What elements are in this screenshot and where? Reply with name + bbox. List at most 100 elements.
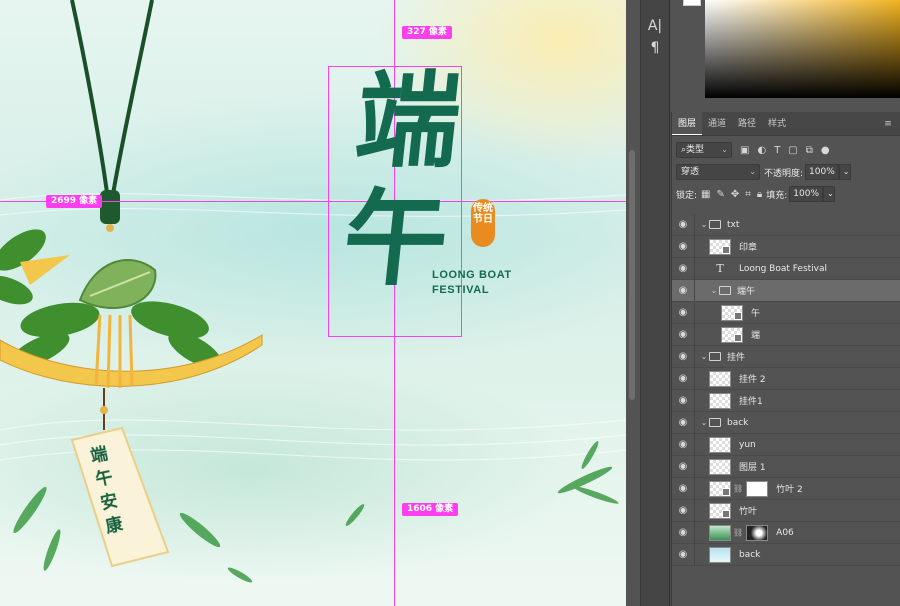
canvas-scrollbar[interactable] — [629, 150, 635, 400]
blend-row: 穿透 ⌄ 不透明度: 100% ⌄ — [672, 164, 900, 180]
text-filter-icon[interactable]: T — [774, 145, 780, 156]
fill-input[interactable]: 100% — [789, 186, 824, 202]
color-picker-field[interactable] — [705, 0, 900, 98]
folder-icon — [719, 286, 731, 295]
layer-group-txt[interactable]: ◉ ⌄ txt — [672, 213, 900, 236]
layer-group-back[interactable]: ◉ ⌄ back — [672, 411, 900, 434]
visibility-eye-icon[interactable]: ◉ — [672, 285, 694, 296]
text-layer-icon: T — [716, 262, 724, 275]
visibility-eye-icon[interactable]: ◉ — [672, 307, 694, 318]
layer-name: 端 — [751, 331, 761, 341]
measure-left: 2699 像素 — [46, 195, 103, 208]
folder-icon — [709, 418, 721, 427]
blend-mode-value: 穿透 — [681, 167, 700, 177]
lock-image-icon[interactable]: ✎ — [717, 189, 725, 200]
layer-group-duanwu[interactable]: ◉ ⌄ 端午 — [672, 279, 900, 302]
layer-name: Loong Boat Festival — [739, 263, 828, 274]
layer-name: 印章 — [739, 243, 758, 253]
document-canvas[interactable]: 327 像素 2699 像素 1606 像素 端午 LOONG BOAT FES… — [0, 0, 626, 606]
character-panel-icon[interactable]: A| — [646, 18, 664, 34]
layer-mask-thumbnail[interactable] — [746, 524, 769, 541]
link-icon[interactable]: ⛓ — [733, 528, 743, 537]
layer-list: ◉ ⌄ txt ◉ 印章 ◉ T Loong Boat Festival ◉ ⌄… — [672, 213, 900, 566]
layer-pendant-1[interactable]: ◉ 挂件1 — [672, 389, 900, 412]
opacity-input[interactable]: 100% — [805, 164, 839, 180]
layer-name: back — [739, 549, 761, 560]
chevron-down-icon[interactable]: ⌄ — [699, 220, 709, 229]
visibility-eye-icon[interactable]: ◉ — [672, 549, 694, 560]
layer-pendant-2[interactable]: ◉ 挂件 2 — [672, 367, 900, 390]
measure-top: 327 像素 — [402, 26, 452, 39]
layer-thumbnail — [721, 304, 743, 321]
layer-filter-row: ⌕类型 ⌄ ▣ ◐ T ▢ ⧉ ● — [672, 142, 900, 158]
image-filter-icon[interactable]: ▣ — [740, 145, 749, 156]
visibility-eye-icon[interactable]: ◉ — [672, 505, 694, 516]
filter-type-select[interactable]: ⌕类型 ⌄ — [676, 142, 732, 158]
layer-thumbnail — [709, 436, 731, 453]
layer-thumbnail — [709, 524, 731, 541]
shape-filter-icon[interactable]: ▢ — [788, 145, 797, 156]
smart-object-filter-icon[interactable]: ⧉ — [806, 145, 813, 156]
lock-transparency-icon[interactable]: ▦ — [701, 189, 710, 200]
chevron-down-icon[interactable]: ⌄ — [699, 418, 709, 427]
layer-bamboo-leaf-2[interactable]: ◉ ⛓ 竹叶 2 — [672, 477, 900, 500]
visibility-eye-icon[interactable]: ◉ — [672, 373, 694, 384]
layer-layer-1[interactable]: ◉ 图层 1 — [672, 455, 900, 478]
tab-channels[interactable]: 通道 — [702, 112, 732, 135]
layer-name: 竹叶 2 — [776, 485, 803, 495]
visibility-eye-icon[interactable]: ◉ — [672, 219, 694, 230]
color-swatch[interactable] — [683, 0, 701, 6]
layer-text-loong-boat[interactable]: ◉ T Loong Boat Festival — [672, 257, 900, 280]
visibility-eye-icon[interactable]: ◉ — [672, 329, 694, 340]
adjustment-filter-icon[interactable]: ◐ — [757, 145, 766, 156]
chevron-down-icon[interactable]: ⌄ — [709, 286, 719, 295]
visibility-eye-icon[interactable]: ◉ — [672, 395, 694, 406]
fill-dropdown-icon[interactable]: ⌄ — [823, 186, 836, 202]
opacity-label: 不透明度: — [764, 168, 804, 179]
lock-all-icon[interactable]: 🔒︎ — [757, 189, 762, 200]
layer-name: 挂件1 — [739, 397, 763, 407]
visibility-eye-icon[interactable]: ◉ — [672, 263, 694, 274]
layer-thumbnail — [709, 458, 731, 475]
lock-position-icon[interactable]: ✥ — [731, 189, 739, 200]
layers-panel-tabs: 图层 通道 路径 样式 ≡ — [672, 112, 900, 136]
layer-a06[interactable]: ◉ ⛓ A06 — [672, 521, 900, 544]
layer-mask-thumbnail[interactable] — [746, 480, 769, 497]
visibility-eye-icon[interactable]: ◉ — [672, 417, 694, 428]
visibility-eye-icon[interactable]: ◉ — [672, 461, 694, 472]
layer-thumbnail — [709, 392, 731, 409]
blend-mode-select[interactable]: 穿透 ⌄ — [676, 164, 760, 180]
layer-yun[interactable]: ◉ yun — [672, 433, 900, 456]
measure-bottom: 1606 像素 — [402, 503, 459, 516]
folder-icon — [709, 352, 721, 361]
layer-seal[interactable]: ◉ 印章 — [672, 235, 900, 258]
layers-panel: 图层 通道 路径 样式 ≡ ⌕类型 ⌄ ▣ ◐ T ▢ ⧉ ● 穿透 ⌄ 不透明度:… — [671, 112, 900, 606]
visibility-eye-icon[interactable]: ◉ — [672, 483, 694, 494]
layer-duan[interactable]: ◉ 端 — [672, 323, 900, 346]
tab-layers[interactable]: 图层 — [672, 112, 703, 135]
paragraph-panel-icon[interactable]: ¶ — [646, 40, 664, 56]
layer-name: A06 — [776, 527, 794, 538]
chevron-down-icon[interactable]: ⌄ — [699, 352, 709, 361]
layer-name: back — [727, 417, 749, 428]
layer-group-pendant[interactable]: ◉ ⌄ 挂件 — [672, 345, 900, 368]
lock-artboard-icon[interactable]: ⌗ — [745, 189, 751, 200]
layer-bamboo-leaf[interactable]: ◉ 竹叶 — [672, 499, 900, 522]
title-chinese: 端午 — [337, 59, 467, 300]
visibility-eye-icon[interactable]: ◉ — [672, 351, 694, 362]
visibility-eye-icon[interactable]: ◉ — [672, 527, 694, 538]
chevron-down-icon: ⌄ — [721, 145, 728, 154]
layer-back[interactable]: ◉ back — [672, 543, 900, 566]
link-icon[interactable]: ⛓ — [733, 484, 743, 493]
lock-label: 锁定: — [676, 190, 698, 201]
title-english-line1: LOONG BOAT — [432, 269, 512, 281]
visibility-eye-icon[interactable]: ◉ — [672, 241, 694, 252]
tab-paths[interactable]: 路径 — [732, 112, 762, 135]
tab-styles[interactable]: 样式 — [762, 112, 792, 135]
visibility-eye-icon[interactable]: ◉ — [672, 439, 694, 450]
panel-menu-icon[interactable]: ≡ — [876, 112, 900, 135]
layer-thumbnail — [709, 370, 731, 387]
filter-toggle-icon[interactable]: ● — [821, 145, 830, 156]
layer-wu[interactable]: ◉ 午 — [672, 301, 900, 324]
opacity-dropdown-icon[interactable]: ⌄ — [838, 164, 851, 180]
